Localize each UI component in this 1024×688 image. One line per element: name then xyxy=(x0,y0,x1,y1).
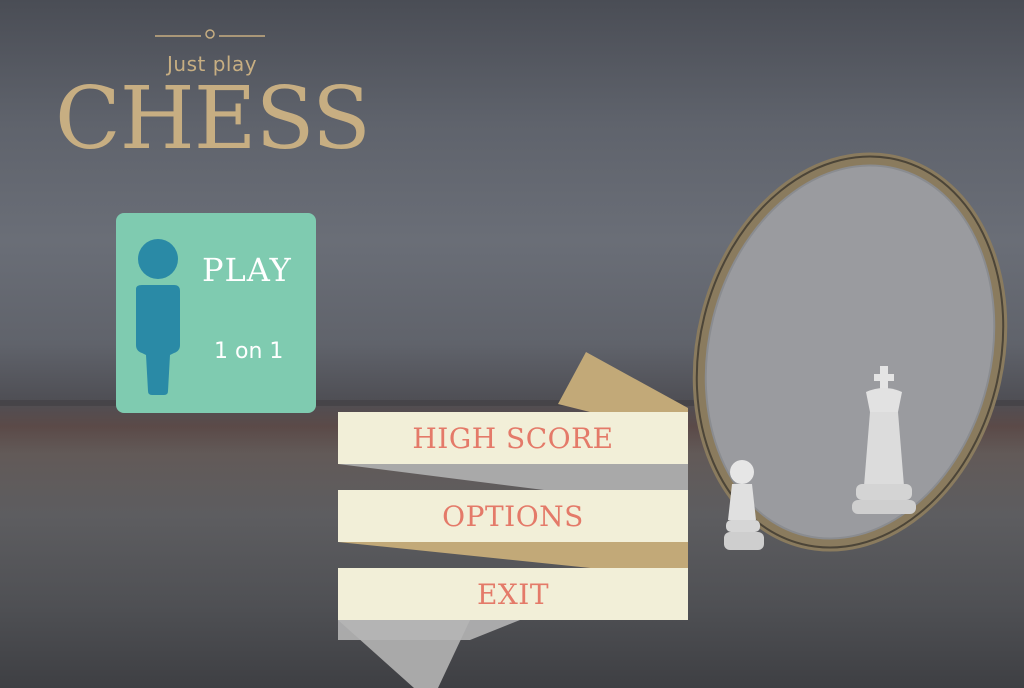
high-score-button[interactable]: HIGH SCORE xyxy=(338,412,688,464)
ribbon-fold-gray xyxy=(338,464,688,492)
person-icon xyxy=(136,239,180,395)
game-title: CHESS xyxy=(55,69,371,169)
play-label: PLAY xyxy=(202,251,292,289)
options-button[interactable]: OPTIONS xyxy=(338,490,688,542)
mode-label: 1 on 1 xyxy=(214,339,284,364)
mirror-illustration xyxy=(692,152,1008,552)
exit-button[interactable]: EXIT xyxy=(338,568,688,620)
ribbon-fold-gold xyxy=(338,542,688,570)
flourish-ornament xyxy=(155,29,265,39)
play-1on1-button[interactable]: PLAY 1 on 1 xyxy=(116,213,316,413)
ribbon-tail-top xyxy=(558,352,688,412)
